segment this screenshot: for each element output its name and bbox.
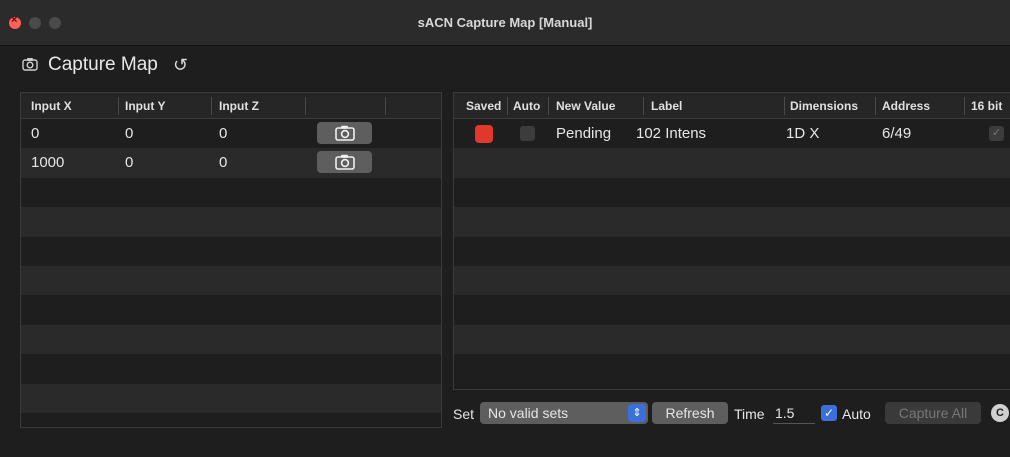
camera-icon: [334, 155, 355, 171]
inputs-table: Input X Input Y Input Z 0 0 0 1000 0 0: [20, 92, 442, 428]
capture-row-button[interactable]: [317, 151, 372, 174]
column-header-new-value[interactable]: New Value: [556, 99, 615, 113]
empty-row: [454, 295, 1010, 324]
new-value: Pending: [556, 125, 612, 142]
input-y-value: 0: [125, 125, 134, 142]
set-select-value: No valid sets: [488, 405, 569, 421]
c-badge-icon[interactable]: C: [991, 404, 1009, 422]
capture-controls: Set No valid sets ⇕ Refresh Time ✓ Auto …: [453, 400, 1010, 428]
input-x-value: 0: [31, 125, 40, 142]
title-bar: sACN Capture Map [Manual]: [0, 0, 1010, 46]
empty-row: [454, 207, 1010, 237]
address-value: 6/49: [882, 125, 912, 142]
camera-icon: [22, 57, 38, 76]
16-bit-checkbox[interactable]: ✓: [989, 126, 1004, 141]
saved-indicator[interactable]: [475, 125, 493, 143]
empty-row: [21, 324, 441, 355]
input-z-value: 0: [219, 154, 228, 172]
empty-row: [454, 178, 1010, 207]
toolbar: Capture Map ↺: [0, 46, 1010, 86]
outputs-table-header: Saved Auto New Value Label Dimensions Ad…: [454, 93, 1010, 119]
set-label: Set: [453, 406, 475, 422]
capture-row-button[interactable]: [317, 122, 372, 144]
column-header-input-x[interactable]: Input X: [31, 99, 72, 113]
table-row[interactable]: 0 0 0: [21, 119, 441, 148]
input-y-value: 0: [125, 154, 134, 172]
empty-row: [454, 354, 1010, 383]
dimensions-value: 1D X: [786, 125, 820, 142]
page-title: Capture Map: [48, 54, 158, 75]
column-header-input-y[interactable]: Input Y: [125, 99, 165, 113]
empty-row: [21, 295, 441, 324]
camera-icon: [334, 125, 355, 141]
empty-row: [21, 354, 441, 383]
empty-row: [454, 324, 1010, 355]
column-header-label[interactable]: Label: [651, 99, 682, 113]
column-header-input-z[interactable]: Input Z: [219, 99, 259, 113]
chevron-up-down-icon: ⇕: [628, 404, 646, 422]
empty-row: [454, 265, 1010, 296]
column-header-dimensions[interactable]: Dimensions: [790, 99, 858, 113]
time-label: Time: [734, 406, 765, 422]
auto-checkbox[interactable]: [520, 126, 535, 141]
empty-row: [21, 178, 441, 207]
input-x-value: 1000: [31, 154, 65, 172]
empty-row: [21, 207, 441, 237]
inputs-table-header: Input X Input Y Input Z: [21, 93, 441, 119]
label-value: 102 Intens: [636, 125, 707, 142]
auto-label: Auto: [842, 406, 871, 422]
empty-row: [454, 148, 1010, 178]
column-header-auto[interactable]: Auto: [513, 99, 540, 113]
empty-row: [21, 383, 441, 413]
auto-capture-checkbox[interactable]: ✓: [821, 405, 837, 421]
column-header-saved[interactable]: Saved: [466, 99, 501, 113]
window-title: sACN Capture Map [Manual]: [417, 15, 593, 30]
column-header-16-bit[interactable]: 16 bit: [971, 99, 1002, 113]
table-row[interactable]: 1000 0 0: [21, 148, 441, 178]
set-select[interactable]: No valid sets ⇕: [480, 402, 648, 424]
table-row[interactable]: Pending 102 Intens 1D X 6/49 ✓: [454, 119, 1010, 148]
reset-icon[interactable]: ↺: [173, 55, 188, 76]
time-input[interactable]: [773, 403, 815, 424]
empty-row: [21, 237, 441, 266]
empty-row: [454, 237, 1010, 266]
empty-row: [21, 265, 441, 296]
column-header-address[interactable]: Address: [882, 99, 930, 113]
input-z-value: 0: [219, 125, 228, 142]
outputs-table: Saved Auto New Value Label Dimensions Ad…: [453, 92, 1010, 390]
capture-all-button[interactable]: Capture All: [885, 402, 981, 424]
refresh-button[interactable]: Refresh: [652, 402, 728, 424]
